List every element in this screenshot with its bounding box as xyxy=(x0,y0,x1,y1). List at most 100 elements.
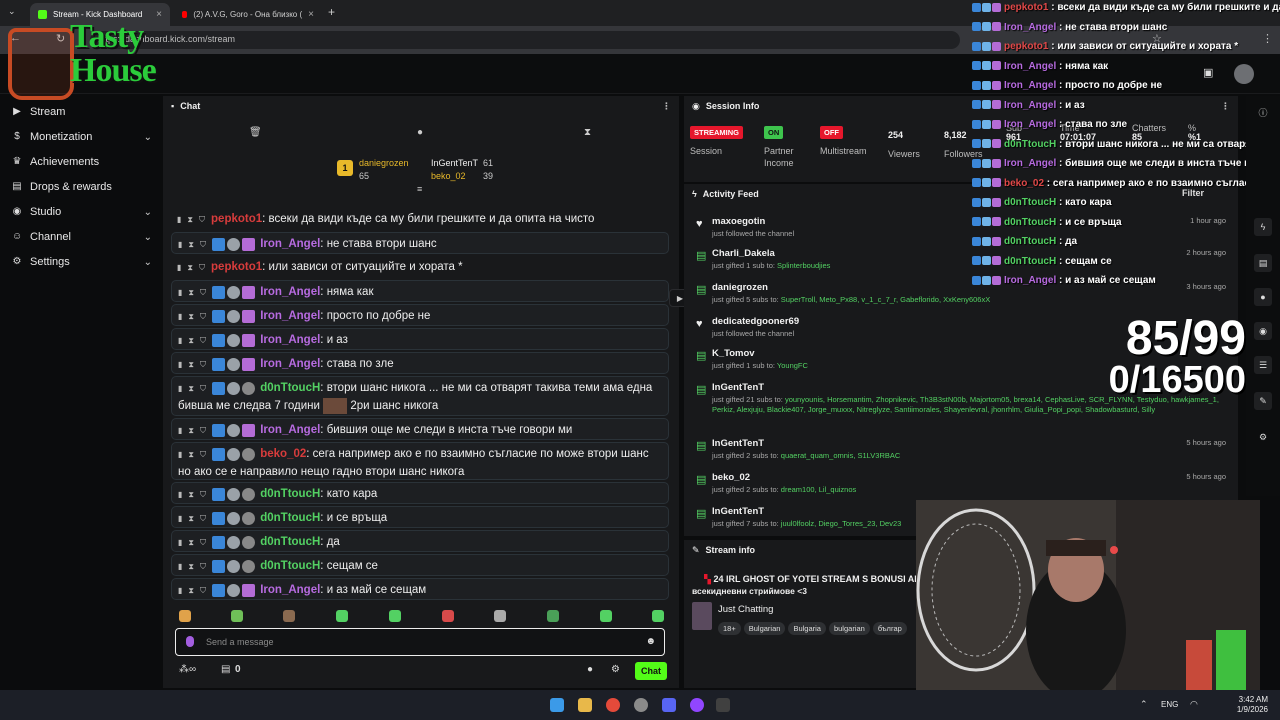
leader-name[interactable]: daniegrozen xyxy=(359,158,409,168)
windows-start-icon[interactable] xyxy=(550,698,564,712)
gear-icon[interactable]: ⚙ xyxy=(1254,428,1272,446)
trash-icon[interactable]: ▮ xyxy=(177,211,181,228)
chat-settings-bubble-icon[interactable]: ● xyxy=(587,664,593,675)
shield-icon[interactable]: ⛉ xyxy=(200,558,206,575)
lightning-icon[interactable]: ϟ xyxy=(1254,218,1272,236)
hourglass-icon[interactable]: ⧗ xyxy=(188,558,194,575)
trash-icon[interactable]: ▮ xyxy=(178,284,182,301)
shield-icon[interactable]: ⛉ xyxy=(200,422,206,439)
wrench-icon[interactable]: ✎ xyxy=(1254,392,1272,410)
close-tab-icon[interactable]: × xyxy=(308,9,314,20)
broadcast-icon[interactable]: ◉ xyxy=(1254,322,1272,340)
hourglass-icon[interactable]: ⧗ xyxy=(188,356,194,373)
file-explorer-icon[interactable] xyxy=(578,698,592,712)
list-icon[interactable]: ☰ xyxy=(1254,356,1272,374)
shield-icon[interactable]: ⛉ xyxy=(200,236,206,253)
expand-icon[interactable]: ≡ xyxy=(417,184,422,194)
emote-icon[interactable] xyxy=(389,610,401,622)
activity-username[interactable]: daniegrozen xyxy=(712,282,768,293)
chat-username[interactable]: Iron_Angel xyxy=(260,424,320,436)
chat-username[interactable]: d0nTtoucH xyxy=(260,536,320,548)
chat-username[interactable]: Iron_Angel xyxy=(260,584,320,596)
tag-pill[interactable]: 18+ xyxy=(718,622,741,635)
sidebar-item-channel[interactable]: ☺ Channel ⌄ xyxy=(12,227,152,247)
activity-username[interactable]: InGentTenT xyxy=(712,382,764,393)
chat-message[interactable]: ▮ ⧗ ⛉ Iron_Angel: бившия още ме следи в ин… xyxy=(171,418,669,440)
chat-username[interactable]: Iron_Angel xyxy=(260,334,320,346)
activity-username[interactable]: InGentTenT xyxy=(712,438,764,449)
tag-pill[interactable]: Bulgaria xyxy=(788,622,826,635)
tab-search-icon[interactable]: ⌄ xyxy=(8,6,16,17)
wifi-icon[interactable]: ◠ xyxy=(1190,699,1198,710)
language-indicator[interactable]: ENG xyxy=(1161,700,1178,709)
shield-icon[interactable]: ⛉ xyxy=(200,356,206,373)
hourglass-icon[interactable]: ⧗ xyxy=(188,332,194,349)
trash-icon[interactable]: ▮ xyxy=(178,332,182,349)
shield-icon[interactable]: ⛉ xyxy=(200,284,206,301)
emote-icon[interactable] xyxy=(547,610,559,622)
chat-message[interactable]: ▮ ⧗ ⛉ Iron_Angel: и аз xyxy=(171,328,669,350)
stream-category[interactable]: Just Chatting xyxy=(718,604,773,615)
shield-icon[interactable]: ⛉ xyxy=(200,534,206,551)
hourglass-icon[interactable]: ⧗ xyxy=(188,422,194,439)
chat-message[interactable]: ▮ ⧗ ⛉ d0nTtoucH: сещам се xyxy=(171,554,669,576)
hourglass-icon[interactable]: ⧗ xyxy=(188,380,194,397)
tab-youtube[interactable]: (2) A.V.G, Goro - Она близко ( × xyxy=(174,3,322,26)
emote-icon[interactable] xyxy=(231,610,243,622)
sidebar-item-studio[interactable]: ◉ Studio ⌄ xyxy=(12,202,152,222)
activity-username[interactable]: Charli_Dakela xyxy=(712,248,775,259)
emote-icon[interactable] xyxy=(179,610,191,622)
hourglass-icon[interactable]: ⧗ xyxy=(187,259,193,276)
obs-icon[interactable] xyxy=(634,698,648,712)
chat-message[interactable]: ▮ ⧗ ⛉ pepkoto1: или зависи от ситуацийте и … xyxy=(171,256,669,278)
trash-icon[interactable]: ▮ xyxy=(178,558,182,575)
hourglass-icon[interactable]: ⧗ xyxy=(188,284,194,301)
multistream-pill[interactable]: OFF xyxy=(820,126,843,139)
shield-icon[interactable]: ⛉ xyxy=(199,211,205,228)
terminal-icon[interactable] xyxy=(716,698,730,712)
emote-icon[interactable] xyxy=(494,610,506,622)
shield-icon[interactable]: ⛉ xyxy=(200,486,206,503)
activity-username[interactable]: InGentTenT xyxy=(712,506,764,517)
chat-bubble-icon[interactable]: ● xyxy=(1254,288,1272,306)
emote-icon[interactable] xyxy=(442,610,454,622)
info-icon[interactable]: ⓘ xyxy=(1254,104,1272,122)
hourglass-icon[interactable]: ⧗ xyxy=(188,236,194,253)
chat-message[interactable]: ▮ ⧗ ⛉ d0nTtoucH: и се връща xyxy=(171,506,669,528)
chat-username[interactable]: beko_02 xyxy=(260,448,306,460)
chat-username[interactable]: Iron_Angel xyxy=(260,286,320,298)
stream-title[interactable]: ▚ 24 IRL GHOST OF YOTEI STREAM S BONUSI … xyxy=(704,574,924,585)
shield-icon[interactable]: ⛉ xyxy=(200,308,206,325)
chat-username[interactable]: Iron_Angel xyxy=(260,358,320,370)
play-icon[interactable]: ▶ xyxy=(677,294,683,303)
trash-icon[interactable]: ▮ xyxy=(178,534,182,551)
chat-message[interactable]: ▮ ⧗ ⛉ Iron_Angel: става по зле xyxy=(171,352,669,374)
sidebar-item-stream[interactable]: ▶ Stream xyxy=(12,102,152,122)
discord-icon[interactable] xyxy=(662,698,676,712)
activity-username[interactable]: K_Tomov xyxy=(712,348,755,359)
hourglass-icon[interactable]: ⧗ xyxy=(188,510,194,527)
trash-icon[interactable]: ▮ xyxy=(178,486,182,503)
shield-icon[interactable]: ⛉ xyxy=(200,582,206,599)
chat-message[interactable]: ▮ ⧗ ⛉ d0nTtoucH: втори шанс никога ... не … xyxy=(171,376,669,416)
chat-menu-icon[interactable]: ⋮ xyxy=(662,101,671,112)
sidebar-item-drops[interactable]: ▤ Drops & rewards xyxy=(12,177,152,197)
chat-message[interactable]: ▮ ⧗ ⛉ pepkoto1: всеки да види къде са му би… xyxy=(171,208,669,230)
hourglass-icon[interactable]: ⧗ xyxy=(584,127,591,138)
chat-message[interactable]: ▮ ⧗ ⛉ d0nTtoucH: като кара xyxy=(171,482,669,504)
infinity-icon[interactable]: ⁂∞ xyxy=(179,664,196,675)
trash-icon[interactable]: ▮ xyxy=(178,356,182,373)
trash-icon[interactable]: ▮ xyxy=(178,510,182,527)
url-input[interactable]: https://dashboard.kick.com/stream xyxy=(90,31,960,49)
trash-icon[interactable]: ▮ xyxy=(178,422,182,439)
chat-username[interactable]: d0nTtoucH xyxy=(260,382,320,394)
shield-icon[interactable]: ⛉ xyxy=(200,446,206,463)
hourglass-icon[interactable]: ⧗ xyxy=(188,582,194,599)
chat-message[interactable]: ▮ ⧗ ⛉ beko_02: сега например ако е по взаи… xyxy=(171,442,669,480)
emote-icon[interactable] xyxy=(336,610,348,622)
chat-username[interactable]: pepkoto1 xyxy=(211,213,262,225)
chevron-up-icon[interactable]: ⌃ xyxy=(1140,699,1148,710)
sidebar-item-settings[interactable]: ⚙ Settings ⌄ xyxy=(12,252,152,272)
tag-pill[interactable]: Bulgarian xyxy=(743,622,786,635)
mic-icon[interactable] xyxy=(186,636,194,647)
